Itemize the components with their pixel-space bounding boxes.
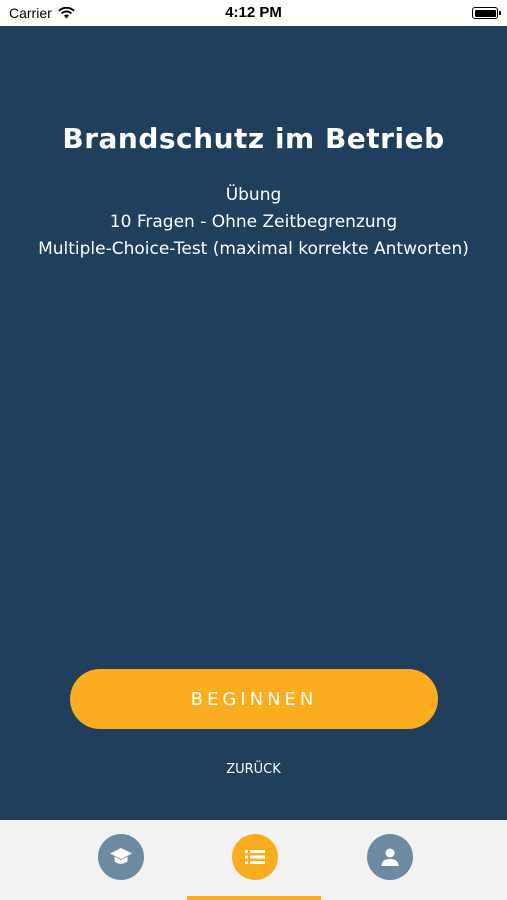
tab-courses[interactable] <box>98 834 144 880</box>
tab-profile[interactable] <box>367 834 413 880</box>
list-icon <box>245 850 265 864</box>
user-icon <box>381 848 399 866</box>
status-bar: Carrier 4:12 PM <box>0 0 507 26</box>
back-link[interactable]: ZURÜCK <box>0 762 507 777</box>
active-tab-indicator <box>187 896 321 900</box>
questions-label: 10 Fragen - Ohne Zeitbegrenzung <box>109 212 398 232</box>
course-info: Übung 10 Fragen - Ohne Zeitbegrenzung Mu… <box>0 182 507 263</box>
tab-tests[interactable] <box>232 834 278 880</box>
start-button[interactable]: BEGINNEN <box>70 669 438 729</box>
test-type-label: Multiple-Choice-Test (maximal korrekte A… <box>38 239 469 259</box>
graduation-cap-icon <box>110 848 132 864</box>
tab-bar <box>0 820 507 900</box>
page-title: Brandschutz im Betrieb <box>62 122 445 155</box>
status-time: 4:12 PM <box>225 4 282 21</box>
mode-label: Übung <box>225 185 282 205</box>
main-content: Brandschutz im Betrieb Übung 10 Fragen -… <box>0 26 507 820</box>
battery-icon <box>472 7 501 19</box>
